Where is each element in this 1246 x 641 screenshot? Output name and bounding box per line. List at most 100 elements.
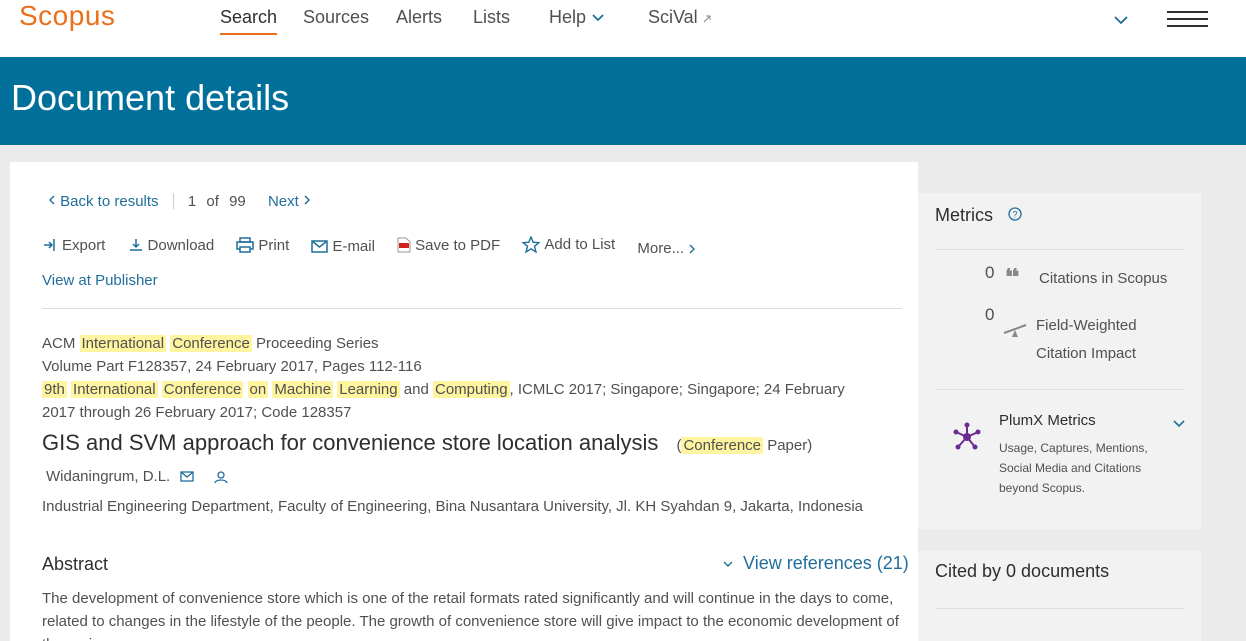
envelope-icon xyxy=(311,240,329,253)
chevron-down-icon xyxy=(592,14,604,22)
chevron-right-icon xyxy=(304,195,310,205)
view-references-link[interactable]: View references (21) xyxy=(722,553,909,574)
chevron-down-icon xyxy=(723,561,733,567)
document-main-panel: Back to results 1 of 99 Next Export Down… xyxy=(10,162,918,641)
nav-help[interactable]: Help xyxy=(549,6,605,28)
cited-by-panel: Cited by 0 documents xyxy=(918,551,1201,641)
cited-by-divider xyxy=(935,608,1185,609)
highlight-term: Machine xyxy=(272,381,334,398)
pagination-divider xyxy=(172,193,174,209)
highlight-term: International xyxy=(79,335,167,352)
external-link-icon xyxy=(703,15,711,23)
svg-text:❝: ❝ xyxy=(1004,268,1020,286)
back-to-results-link[interactable]: Back to results xyxy=(48,193,163,210)
pdf-icon xyxy=(397,237,411,253)
save-to-pdf-button[interactable]: Save to PDF xyxy=(397,237,500,254)
document-title-text: GIS and SVM approach for convenience sto… xyxy=(42,430,659,455)
source-text: ACM xyxy=(42,335,80,352)
citations-label[interactable]: Citations in Scopus xyxy=(1039,270,1167,287)
results-pagination: Back to results 1 of 99 Next xyxy=(48,193,311,210)
print-button[interactable]: Print xyxy=(236,237,289,254)
source-line-2: Volume Part F128357, 24 February 2017, P… xyxy=(42,358,422,375)
nav-search[interactable]: Search xyxy=(220,6,278,35)
back-to-results-label: Back to results xyxy=(60,193,159,210)
source-line-3: 9th International Conference on Machine … xyxy=(42,378,872,401)
highlight-term: International xyxy=(71,381,158,398)
fwci-label-line2: Citation Impact xyxy=(1036,345,1137,362)
download-button[interactable]: Download xyxy=(128,237,214,254)
add-list-label: Add to List xyxy=(544,236,616,253)
scopus-logo[interactable]: Scopus xyxy=(19,0,115,32)
abstract-heading: Abstract xyxy=(42,554,109,574)
view-at-publisher-link[interactable]: View at Publisher xyxy=(42,272,158,289)
metrics-heading-label: Metrics xyxy=(935,205,993,225)
document-toolbar: Export Download Print E-mail Save to PDF… xyxy=(42,236,718,257)
plumx-title[interactable]: PlumX Metrics xyxy=(999,412,1096,429)
account-chevron-down-icon[interactable] xyxy=(1113,14,1129,26)
export-button[interactable]: Export xyxy=(42,237,105,254)
highlight-term: Conference xyxy=(161,381,244,398)
source-text xyxy=(243,381,247,398)
author-email-icon[interactable] xyxy=(180,471,194,482)
pagination-current: 1 xyxy=(187,193,197,210)
cited-by-heading: Cited by 0 documents xyxy=(935,561,1110,581)
menu-hamburger-icon[interactable] xyxy=(1167,11,1208,32)
section-divider xyxy=(42,308,902,309)
highlight-term: 9th xyxy=(42,381,67,398)
source-line-4: 2017 through 26 February 2017; Code 1283… xyxy=(42,404,352,421)
source-text: Proceeding Series xyxy=(251,335,379,352)
quote-icon: ❝ xyxy=(1004,268,1020,286)
highlight-term: Conference xyxy=(681,437,764,454)
email-button[interactable]: E-mail xyxy=(311,238,375,255)
highlight-term: Conference xyxy=(170,335,252,352)
chevron-right-icon xyxy=(689,244,696,253)
export-label: Export xyxy=(62,236,106,254)
metrics-heading: Metrics ? xyxy=(935,205,1022,226)
help-question-icon[interactable]: ? xyxy=(1008,207,1022,221)
star-icon xyxy=(522,236,541,253)
fwci-value: 0 xyxy=(985,305,995,324)
metrics-panel: Metrics ? 0 ❝ Citations in Scopus 0 Fiel… xyxy=(918,193,1201,529)
author-affiliation: Industrial Engineering Department, Facul… xyxy=(42,498,863,515)
download-icon xyxy=(129,239,142,251)
document-title: GIS and SVM approach for convenience sto… xyxy=(42,430,812,456)
plumx-desc-line1: Usage, Captures, Mentions, xyxy=(999,441,1148,455)
plumx-desc-line2: Social Media and Citations xyxy=(999,461,1142,475)
fwci-label-line1: Field-Weighted xyxy=(1036,317,1137,334)
plumx-logo-icon[interactable] xyxy=(952,422,982,452)
citations-count: 0 xyxy=(985,263,995,282)
plumx-description: Usage, Captures, Mentions, Social Media … xyxy=(999,438,1148,498)
pagination-of: of xyxy=(206,193,219,210)
nav-sources[interactable]: Sources xyxy=(303,6,369,28)
printer-icon xyxy=(236,237,255,253)
svg-text:?: ? xyxy=(1013,210,1018,220)
author-profile-icon[interactable] xyxy=(214,470,228,484)
abstract-text: The development of convenience store whi… xyxy=(42,590,899,641)
source-text: , ICMLC 2017; Singapore; Singapore; 24 F… xyxy=(509,381,845,398)
metrics-divider xyxy=(935,389,1185,390)
next-result-link[interactable]: Next xyxy=(268,193,311,210)
nav-lists[interactable]: Lists xyxy=(473,6,510,28)
add-to-list-button[interactable]: Add to List xyxy=(522,236,615,253)
document-type: (Conference Paper) xyxy=(676,437,812,454)
next-label: Next xyxy=(267,193,299,210)
save-pdf-label: Save to PDF xyxy=(415,236,501,254)
highlight-term: Learning xyxy=(337,381,400,398)
nav-alerts[interactable]: Alerts xyxy=(396,6,442,28)
source-text: and xyxy=(399,381,433,398)
highlight-term: on xyxy=(247,381,269,398)
page-title: Document details xyxy=(11,77,290,118)
pagination-total: 99 xyxy=(229,193,246,210)
source-line-1: ACM International Conference Proceeding … xyxy=(42,332,872,355)
top-navigation: Scopus Search Sources Alerts Lists Help … xyxy=(0,0,1246,57)
fwci-label[interactable]: Field-Weighted Citation Impact xyxy=(1036,312,1137,368)
source-information: ACM International Conference Proceeding … xyxy=(42,332,872,424)
nav-scival[interactable]: SciVal xyxy=(648,6,711,28)
author-name: Widaningrum, D.L. xyxy=(46,468,171,485)
plumx-desc-line3: beyond Scopus. xyxy=(999,481,1086,495)
plumx-expand-chevron-icon[interactable] xyxy=(1172,419,1186,429)
doctype-rest: Paper) xyxy=(763,437,813,454)
more-options-button[interactable]: More... xyxy=(637,240,700,257)
export-icon xyxy=(44,239,55,251)
page-banner: Document details xyxy=(0,57,1246,145)
